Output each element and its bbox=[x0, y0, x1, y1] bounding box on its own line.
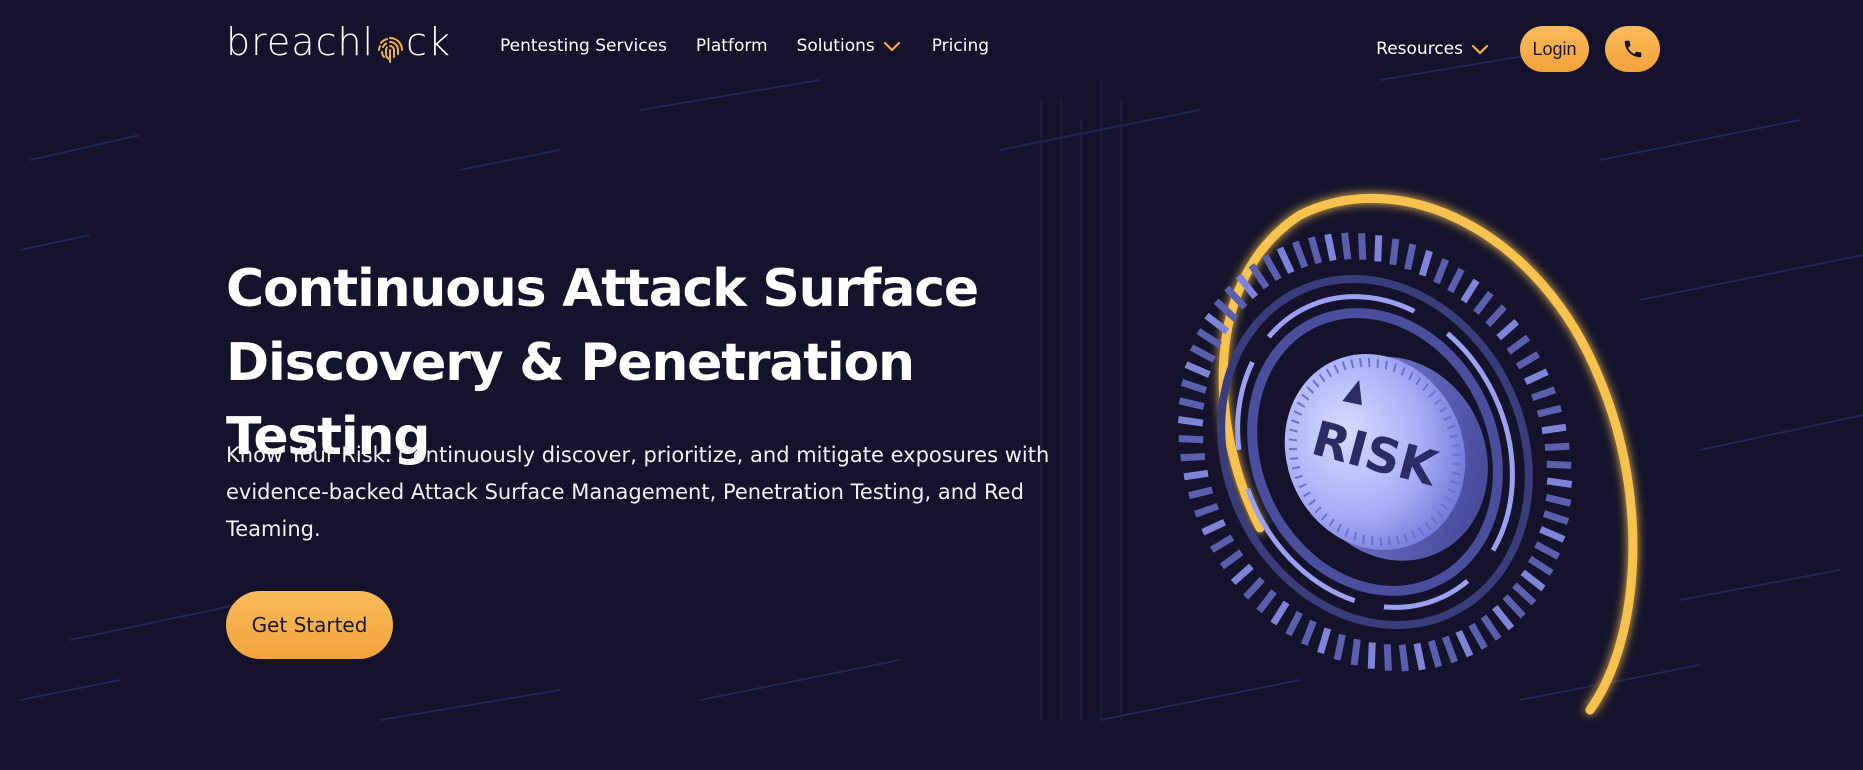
dial-tick bbox=[1292, 240, 1309, 269]
hero-title-line-1: Continuous Attack Surface bbox=[226, 259, 979, 319]
dial-tick bbox=[1546, 460, 1572, 469]
dial-tick bbox=[1350, 638, 1361, 666]
chevron-down-icon bbox=[1471, 44, 1489, 55]
dial-tick bbox=[1383, 644, 1392, 671]
dial-tick bbox=[1542, 510, 1570, 525]
nav-label: Pricing bbox=[931, 36, 990, 56]
dial-tick bbox=[1404, 243, 1417, 271]
dial-tick bbox=[1180, 379, 1208, 394]
dial-tick bbox=[1184, 361, 1211, 378]
dial-tick bbox=[1341, 232, 1352, 260]
dial-tick bbox=[1418, 250, 1433, 277]
logo-text-start: breachl bbox=[226, 20, 375, 64]
dial-tick bbox=[1485, 304, 1507, 328]
dial-tick bbox=[1455, 629, 1474, 658]
dial-tick bbox=[1178, 397, 1205, 410]
dial-tick bbox=[1178, 435, 1204, 444]
chevron-down-icon bbox=[883, 41, 900, 52]
dial-tick bbox=[1541, 423, 1567, 435]
dial-tick bbox=[1512, 582, 1537, 606]
cta-label: Get Started bbox=[251, 613, 368, 637]
dial-tick bbox=[1515, 351, 1541, 370]
nav-pricing[interactable]: Pricing bbox=[932, 36, 989, 56]
dial-tick bbox=[1433, 258, 1450, 285]
nav-label: Pentesting Services bbox=[500, 36, 667, 56]
dial-tick bbox=[1358, 233, 1367, 260]
nav-label: Solutions bbox=[796, 36, 875, 56]
dial-tick bbox=[1545, 494, 1572, 507]
dial-tick bbox=[1374, 235, 1383, 262]
dial-tick bbox=[1520, 569, 1546, 592]
dial-tick bbox=[1468, 622, 1488, 650]
nav-actions: Resources Login bbox=[1376, 26, 1660, 72]
phone-icon bbox=[1624, 40, 1641, 58]
dial-tick bbox=[1230, 563, 1254, 585]
dial-tick bbox=[1527, 555, 1554, 576]
dial-tick bbox=[1492, 605, 1515, 631]
dial-tick bbox=[1536, 404, 1562, 418]
dial-tick bbox=[1447, 267, 1465, 294]
dial-tick bbox=[1248, 263, 1270, 290]
nav-resources[interactable]: Resources bbox=[1376, 39, 1489, 59]
phone-button[interactable] bbox=[1605, 26, 1660, 72]
dial-tick bbox=[1473, 290, 1494, 315]
dial-tick bbox=[1180, 453, 1206, 462]
login-button[interactable]: Login bbox=[1520, 26, 1589, 72]
hero-subtitle: Know Your Risk. Continuously discover, p… bbox=[226, 443, 1050, 541]
dial-tick bbox=[1209, 534, 1235, 553]
dial-tick bbox=[1188, 486, 1214, 500]
dial-tick bbox=[1333, 633, 1346, 661]
get-started-button[interactable]: Get Started bbox=[226, 591, 393, 659]
dial-tick bbox=[1243, 576, 1265, 600]
fingerprint-icon bbox=[375, 30, 405, 63]
dial-tick bbox=[1546, 477, 1573, 488]
dial-tick bbox=[1502, 594, 1526, 619]
dial-tick bbox=[1534, 541, 1561, 560]
dial-tick bbox=[1285, 610, 1303, 637]
dial-tick bbox=[1270, 600, 1290, 626]
dial-tick bbox=[1201, 518, 1227, 536]
dial-tick bbox=[1276, 246, 1295, 275]
dial-tick bbox=[1194, 502, 1219, 518]
dial-tick bbox=[1544, 442, 1570, 451]
dial-tick bbox=[1480, 614, 1502, 641]
dial-tick bbox=[1219, 549, 1244, 570]
dial-tick bbox=[1300, 619, 1317, 646]
nav-solutions[interactable]: Solutions bbox=[797, 36, 901, 56]
nav-label: Platform bbox=[695, 36, 768, 56]
dial-tick bbox=[1196, 328, 1223, 349]
nav-pentesting-services[interactable]: Pentesting Services bbox=[500, 36, 667, 56]
dial-tick bbox=[1262, 254, 1282, 282]
brand-logo[interactable]: breachl ck bbox=[226, 18, 451, 66]
dial-tick bbox=[1496, 319, 1520, 341]
dial-tick bbox=[1398, 644, 1409, 672]
risk-dial-illustration: RISK bbox=[1177, 193, 1638, 715]
dial-tick bbox=[1189, 344, 1216, 363]
logo-text-end: ck bbox=[406, 20, 452, 64]
dial-tick bbox=[1427, 639, 1443, 668]
dial-tick bbox=[1307, 236, 1323, 265]
dial-tick bbox=[1523, 368, 1549, 386]
nav-label: Resources bbox=[1376, 39, 1463, 59]
dial-tick bbox=[1177, 416, 1204, 427]
dial-tick bbox=[1367, 642, 1376, 669]
dial-tick bbox=[1324, 233, 1337, 262]
nav-platform[interactable]: Platform bbox=[696, 36, 768, 56]
dial-tick bbox=[1389, 238, 1400, 266]
dial-tick bbox=[1531, 386, 1556, 402]
dial-tick bbox=[1413, 642, 1426, 671]
dial-tick bbox=[1460, 278, 1480, 304]
main-nav: Pentesting Services Platform Solutions P… bbox=[500, 36, 1018, 56]
dial-tick bbox=[1539, 526, 1566, 543]
dial-tick bbox=[1183, 469, 1209, 481]
dial-tick bbox=[1506, 334, 1531, 355]
dial-tick bbox=[1256, 589, 1277, 614]
dial-tick bbox=[1317, 627, 1332, 654]
dial-tick bbox=[1441, 635, 1458, 664]
